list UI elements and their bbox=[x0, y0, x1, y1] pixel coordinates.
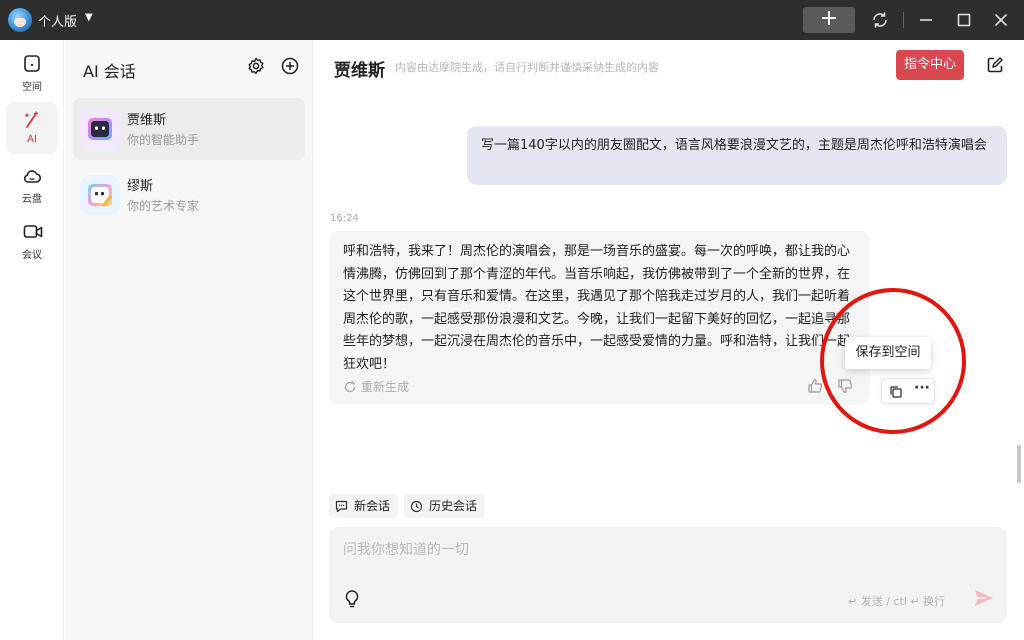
regenerate-label: 重新生成 bbox=[361, 380, 410, 394]
message-time: 16:24 bbox=[330, 213, 359, 224]
new-chat-label: 新会话 bbox=[354, 499, 391, 513]
add-circle-icon[interactable] bbox=[280, 56, 300, 76]
nav-rail: 空间 AI 云盘 会议 bbox=[0, 40, 64, 640]
new-button[interactable]: + bbox=[803, 7, 855, 33]
rail-label: AI bbox=[27, 134, 37, 145]
session-name: 缪斯 bbox=[127, 179, 154, 194]
disclaimer-text: 内容由达摩院生成，请自行判断并谨慎采纳生成的内容 bbox=[395, 61, 659, 74]
workspace-title[interactable]: 个人版 bbox=[38, 11, 77, 30]
magic-wand-icon bbox=[25, 111, 39, 128]
sync-icon[interactable] bbox=[869, 9, 891, 31]
rail-item-cloud[interactable]: 云盘 bbox=[6, 158, 58, 210]
muse-avatar bbox=[80, 175, 120, 215]
history-icon bbox=[410, 500, 423, 513]
edit-icon[interactable] bbox=[986, 56, 1004, 74]
close-icon[interactable] bbox=[990, 9, 1012, 31]
maximize-icon[interactable] bbox=[953, 9, 975, 31]
cloud-icon bbox=[23, 170, 41, 183]
ai-message-text: 呼和浩特，我来了！周杰伦的演唱会，那是一场音乐的盛宴。每一次的呼唤，都让我的心情… bbox=[343, 244, 851, 372]
rail-item-meeting[interactable]: 会议 bbox=[6, 214, 58, 266]
user-avatar[interactable] bbox=[8, 8, 32, 32]
jarvis-avatar bbox=[80, 109, 120, 149]
session-list-title: AI 会话 bbox=[83, 62, 136, 81]
rail-item-ai[interactable]: AI bbox=[6, 102, 58, 154]
send-icon[interactable] bbox=[973, 587, 995, 609]
scrollbar[interactable] bbox=[1017, 445, 1021, 483]
rail-label: 会议 bbox=[22, 250, 42, 261]
new-chat-button[interactable]: 新会话 bbox=[329, 494, 399, 518]
session-item-muse[interactable]: 缪斯 你的艺术专家 bbox=[73, 164, 305, 226]
rail-label: 空间 bbox=[22, 82, 42, 93]
history-label: 历史会话 bbox=[429, 499, 478, 513]
minimize-icon[interactable] bbox=[915, 9, 937, 31]
chat-title: 贾维斯 bbox=[334, 61, 385, 81]
message-input[interactable] bbox=[343, 539, 943, 561]
history-button[interactable]: 历史会话 bbox=[404, 494, 486, 518]
gear-icon[interactable] bbox=[246, 56, 266, 76]
refresh-icon bbox=[344, 381, 356, 393]
caret-down-icon[interactable]: ▼ bbox=[85, 12, 93, 23]
regenerate-button[interactable]: 重新生成 bbox=[343, 378, 409, 395]
session-name: 贾维斯 bbox=[127, 113, 167, 128]
chat-panel: 贾维斯 内容由达摩院生成，请自行判断并谨慎采纳生成的内容 指令中心 写一篇140… bbox=[314, 40, 1024, 640]
rail-label: 云盘 bbox=[22, 194, 42, 205]
user-message: 写一篇140字以内的朋友圈配文，语言风格要浪漫文艺的，主题是周杰伦呼和浩特演唱会 bbox=[467, 126, 1007, 185]
session-list: AI 会话 贾维斯 你的智能助手 缪斯 你的艺术专家 bbox=[65, 40, 313, 640]
session-desc: 你的智能助手 bbox=[127, 133, 200, 147]
send-hint: ↵ 发送 / ctl ↵ 换行 bbox=[848, 595, 946, 608]
square-icon bbox=[24, 55, 40, 72]
annotation-circle bbox=[820, 288, 966, 434]
title-bar: 个人版 ▼ + bbox=[0, 0, 1024, 40]
message-composer: ↵ 发送 / ctl ↵ 换行 bbox=[329, 527, 1007, 623]
title-separator bbox=[903, 12, 904, 28]
command-center-button[interactable]: 指令中心 bbox=[896, 50, 964, 80]
video-icon bbox=[23, 225, 43, 238]
thumbs-up-icon[interactable] bbox=[807, 378, 823, 394]
chat-bubble-icon bbox=[335, 500, 348, 513]
ai-message: 呼和浩特，我来了！周杰伦的演唱会，那是一场音乐的盛宴。每一次的呼唤，都让我的心情… bbox=[329, 231, 870, 405]
rail-item-space[interactable]: 空间 bbox=[6, 46, 58, 98]
session-item-jarvis[interactable]: 贾维斯 你的智能助手 bbox=[73, 98, 305, 160]
lightbulb-icon[interactable] bbox=[343, 589, 361, 609]
session-desc: 你的艺术专家 bbox=[127, 199, 200, 213]
